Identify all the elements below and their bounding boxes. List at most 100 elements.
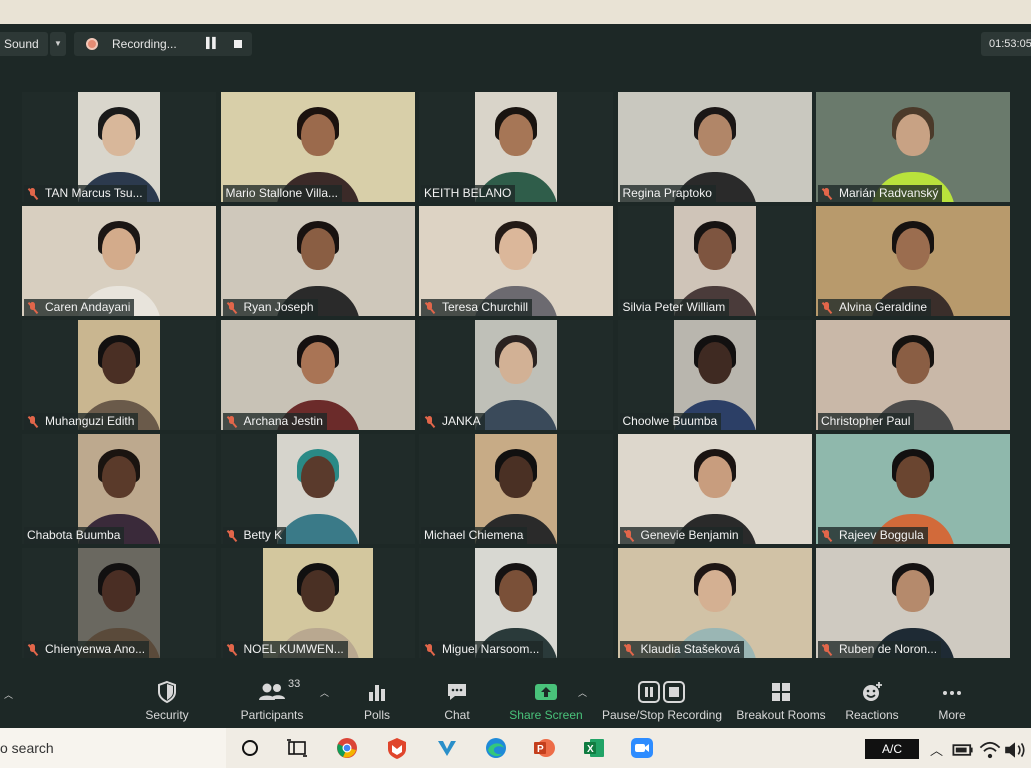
breakout-rooms-icon (772, 683, 790, 701)
battery-icon[interactable] (951, 738, 975, 762)
participant-face (697, 456, 732, 498)
muted-mic-icon (424, 301, 436, 314)
tray-chevron-icon[interactable]: ︿ (930, 740, 943, 759)
participant-name: Michael Chiemena (424, 528, 524, 542)
participant-face (102, 342, 136, 384)
participant-tile[interactable]: Mario Stallone Villa... (220, 92, 415, 202)
participant-name-tag: Betty K (222, 527, 287, 544)
participant-tile[interactable]: Silvia Peter William (617, 206, 812, 316)
participant-face (300, 114, 335, 156)
top-bar: Sound ▼ Recording... ▌▌ 01:53:05 (0, 32, 1031, 58)
participant-tile[interactable]: Regina Praptoko (617, 92, 812, 202)
participant-face (896, 114, 930, 156)
participant-name: Marián Radvanský (839, 186, 939, 200)
participant-face (102, 114, 136, 156)
share-screen-caret-icon[interactable]: ︿ (578, 686, 587, 699)
recording-indicator: Recording... ▌▌ (74, 32, 252, 56)
cortana-icon[interactable] (238, 736, 262, 760)
polls-button[interactable]: Polls (354, 680, 400, 726)
participant-name-tag: Regina Praptoko (619, 185, 716, 202)
participant-name: Mario Stallone Villa... (225, 186, 339, 200)
participant-tile[interactable]: Muhanguzi Edith (22, 320, 216, 430)
participant-tile[interactable]: JANKA (419, 320, 613, 430)
participant-tile[interactable]: TAN Marcus Tsu... (22, 92, 216, 202)
pause-recording-icon[interactable]: ▌▌ (206, 32, 219, 56)
share-screen-button[interactable]: Share Screen (508, 680, 584, 726)
muted-mic-icon (27, 643, 39, 656)
participant-tile[interactable]: NOEL KUMWEN... (220, 548, 415, 658)
participant-tile[interactable]: Chienyenwa Ano... (22, 548, 216, 658)
participant-tile[interactable]: KEITH BELANO (419, 92, 613, 202)
participant-tile[interactable]: Ruben de Noron... (816, 548, 1010, 658)
participant-name-tag: Caren Andayani (24, 299, 135, 316)
participant-tile[interactable]: Klaudia Stašeková (617, 548, 812, 658)
participant-name-tag: Genevie Benjamin (619, 527, 743, 544)
participant-tile[interactable]: Genevie Benjamin (617, 434, 812, 544)
taskbar-search-box[interactable]: o search (0, 728, 226, 768)
meeting-timer: 01:53:05 (981, 32, 1031, 56)
muted-mic-icon (821, 643, 833, 656)
svg-text:X: X (587, 744, 594, 755)
chat-label: Chat (444, 708, 470, 722)
participant-tile[interactable]: Michael Chiemena (419, 434, 613, 544)
polls-label: Polls (363, 708, 390, 722)
reactions-button[interactable]: Reactions (842, 680, 902, 726)
participant-tile[interactable]: Christopher Paul (816, 320, 1010, 430)
participant-name-tag: Silvia Peter William (619, 299, 730, 316)
share-screen-label: Share Screen (509, 708, 583, 722)
participant-tile[interactable]: Ryan Joseph (220, 206, 415, 316)
excel-icon[interactable]: X (582, 736, 606, 760)
participant-name-tag: Marián Radvanský (818, 185, 943, 202)
breakout-rooms-button[interactable]: Breakout Rooms (734, 680, 828, 726)
participants-caret-icon[interactable]: ︿ (320, 686, 329, 699)
wifi-icon[interactable] (978, 738, 1002, 762)
participant-name: Betty K (243, 528, 283, 542)
participant-name: Muhanguzi Edith (45, 414, 135, 428)
participant-tile[interactable]: Choolwe Buumba (617, 320, 812, 430)
stop-recording-icon[interactable] (234, 40, 242, 48)
svg-text:P: P (537, 744, 544, 755)
participant-tile[interactable]: Alvina Geraldine (816, 206, 1010, 316)
participant-tile[interactable]: Marián Radvanský (816, 92, 1010, 202)
participant-face (697, 342, 732, 384)
powerpoint-icon[interactable]: P (532, 736, 556, 760)
mcafee-icon[interactable] (385, 736, 409, 760)
muted-mic-icon (424, 643, 436, 656)
participant-tile[interactable]: Teresa Churchill (419, 206, 613, 316)
participant-tile[interactable]: Rajeev Boggula (816, 434, 1010, 544)
participant-name: TAN Marcus Tsu... (45, 186, 143, 200)
volume-icon[interactable] (1003, 738, 1027, 762)
participant-name: Genevie Benjamin (640, 528, 739, 542)
more-button[interactable]: More (930, 680, 974, 726)
participant-tile[interactable]: Chabota Buumba (22, 434, 216, 544)
edge-icon[interactable] (484, 736, 508, 760)
zoom-app-icon[interactable] (630, 736, 654, 760)
muted-mic-icon (226, 301, 238, 314)
participant-name-tag: Klaudia Stašeková (619, 641, 744, 658)
chat-button[interactable]: Chat (434, 680, 480, 726)
participant-face (896, 342, 930, 384)
participant-name-tag: Choolwe Buumba (619, 413, 722, 430)
chrome-icon[interactable] (335, 736, 359, 760)
participant-tile[interactable]: Miguel Narsoom... (419, 548, 613, 658)
audio-options-caret-icon[interactable]: ︿ (4, 688, 13, 701)
sound-dropdown-icon[interactable]: ▼ (50, 32, 66, 56)
pause-stop-recording-button[interactable]: Pause/Stop Recording (600, 680, 724, 726)
participants-label: Participants (240, 708, 304, 722)
muted-mic-icon (821, 187, 833, 200)
participant-name-tag: Ryan Joseph (222, 299, 318, 316)
participant-face (697, 114, 732, 156)
task-view-icon[interactable] (285, 736, 309, 760)
muted-mic-icon (27, 415, 39, 428)
participant-tile[interactable]: Caren Andayani (22, 206, 216, 316)
keyboard-language-badge[interactable]: A/C (865, 739, 919, 759)
sound-button[interactable]: Sound (0, 32, 48, 56)
security-button[interactable]: Security (138, 680, 196, 726)
participant-tile[interactable]: Archana Jestin (220, 320, 415, 430)
vscode-like-icon[interactable] (435, 736, 459, 760)
participant-face (896, 570, 930, 612)
participant-face (102, 228, 136, 270)
participant-video (275, 434, 360, 544)
participant-tile[interactable]: Betty K (220, 434, 415, 544)
muted-mic-icon (623, 643, 635, 656)
